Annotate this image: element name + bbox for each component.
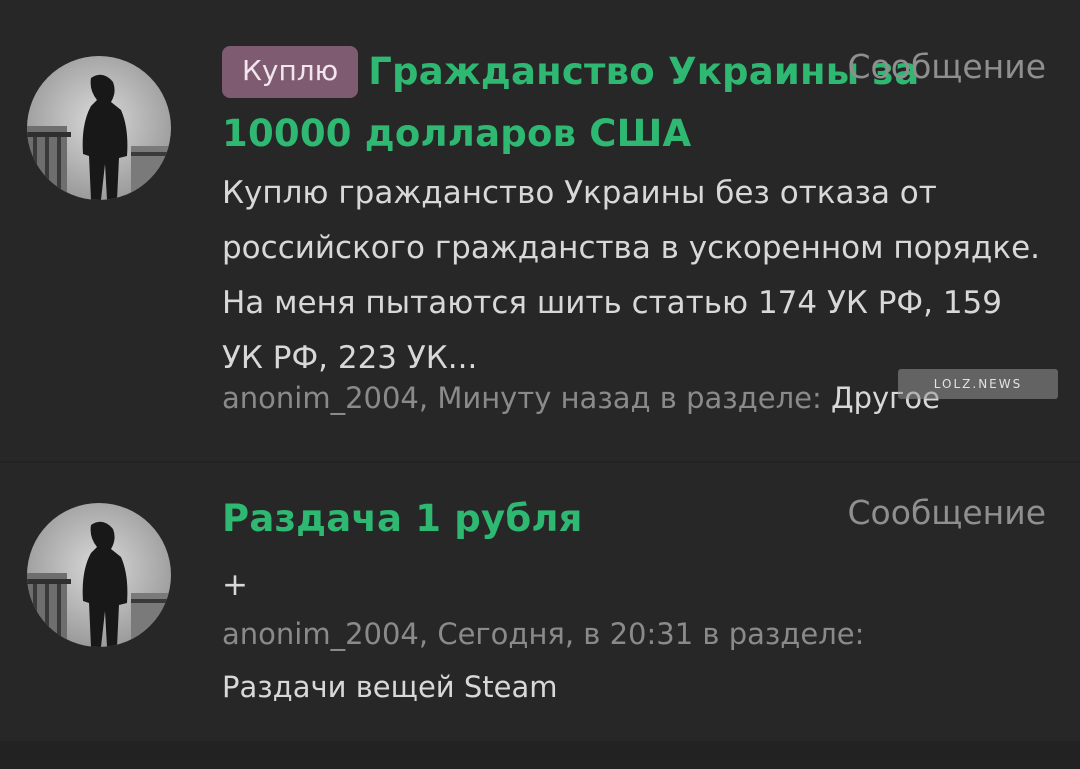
meta-time-text: , Минуту назад в разделе: (418, 381, 831, 415)
author-link[interactable]: anonim_2004 (222, 381, 419, 415)
avatar-photo-icon (27, 503, 171, 647)
user-avatar[interactable] (27, 503, 171, 647)
watermark-logo: LOLZ.NEWS (898, 369, 1058, 399)
section-link[interactable]: Раздачи вещей Steam (222, 670, 558, 704)
post-snippet: Куплю гражданство Украины без отказа от … (222, 175, 1041, 376)
result-type-label: Сообщение (847, 493, 1046, 532)
list-footer (0, 741, 1080, 769)
post-title-text[interactable]: Раздача 1 рубля (222, 497, 583, 540)
prefix-tag-buy[interactable]: Куплю (222, 46, 359, 98)
meta-time-text: , Сегодня, в 20:31 в разделе: (418, 617, 865, 651)
message-search-results: Куплю Гражданство Украины за 10000 доллар… (0, 0, 1080, 769)
post-snippet: + (222, 567, 248, 603)
search-result-item[interactable]: Раздача 1 рубля Сообщение + anonim_2004,… (0, 463, 1080, 739)
avatar-photo-icon (27, 56, 171, 200)
result-type-label: Сообщение (847, 47, 1046, 86)
post-meta: anonim_2004, Сегодня, в 20:31 в разделе:… (222, 608, 1052, 714)
user-avatar[interactable] (27, 56, 171, 200)
search-result-item[interactable]: Куплю Гражданство Украины за 10000 доллар… (0, 0, 1080, 461)
author-link[interactable]: anonim_2004 (222, 617, 419, 651)
